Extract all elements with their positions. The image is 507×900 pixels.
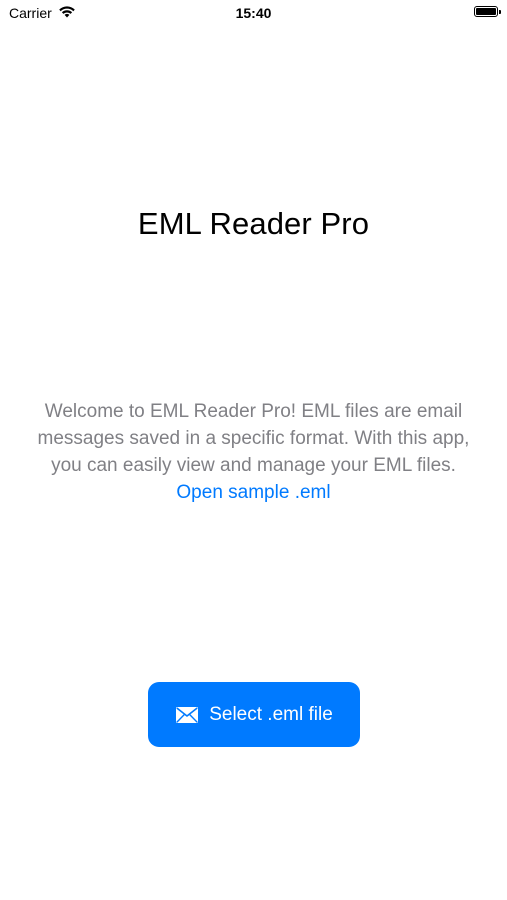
battery-fill	[476, 8, 496, 15]
envelope-icon	[175, 706, 199, 724]
status-right	[474, 6, 501, 17]
status-bar: Carrier 15:40	[0, 0, 507, 28]
page-title: EML Reader Pro	[137, 206, 370, 241]
battery-icon	[474, 6, 501, 17]
welcome-text: Welcome to EML Reader Pro! EML files are…	[37, 401, 470, 476]
select-eml-button-label: Select .eml file	[209, 703, 333, 725]
welcome-section: Welcome to EML Reader Pro! EML files are…	[26, 398, 481, 506]
select-eml-button[interactable]: Select .eml file	[148, 682, 360, 747]
open-sample-link[interactable]: Open sample .eml	[176, 479, 330, 506]
status-time: 15:40	[235, 5, 272, 21]
